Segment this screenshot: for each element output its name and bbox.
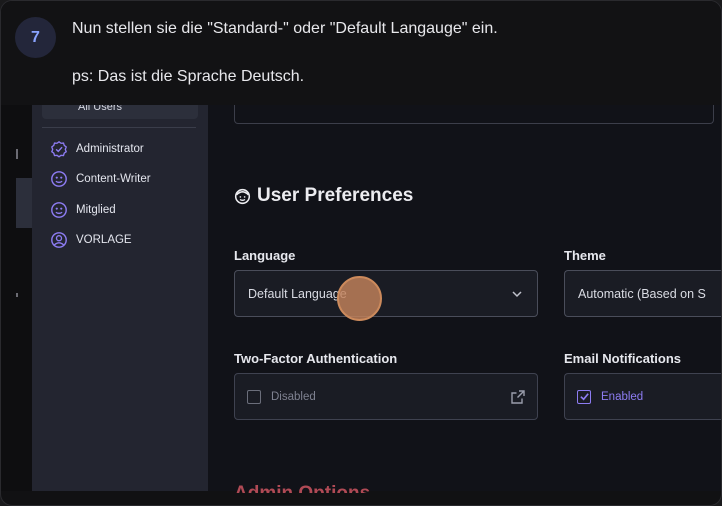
sidebar-divider: [42, 127, 196, 128]
sidebar-item-label: Administrator: [76, 143, 144, 155]
user-circle-icon: [51, 232, 67, 248]
sidebar-item-label: VORLAGE: [76, 234, 132, 246]
theme-select[interactable]: Automatic (Based on S: [564, 270, 721, 317]
two-factor-toggle[interactable]: Disabled: [234, 373, 538, 420]
email-notifications-toggle[interactable]: Enabled: [564, 373, 721, 420]
theme-label: Theme: [564, 248, 606, 263]
strip-mark: [16, 149, 18, 159]
chevron-down-icon: [512, 291, 522, 298]
sidebar-item-label: Content-Writer: [76, 173, 151, 185]
settings-panel: User Preferences Language Default Langua…: [208, 105, 721, 493]
step-instruction-text: Nun stellen sie die "Standard-" oder "De…: [72, 20, 498, 37]
step-instruction-banner: 7 Nun stellen sie die "Standard-" oder "…: [1, 1, 721, 105]
user-face-icon: [51, 202, 67, 218]
left-collapsed-strip: [1, 105, 32, 491]
theme-select-value: Automatic (Based on S: [578, 286, 706, 301]
roles-sidebar: All Users Administrator Content-Writer M…: [32, 105, 208, 491]
language-label: Language: [234, 248, 296, 263]
shield-check-icon: [50, 140, 68, 158]
email-notifications-checkbox[interactable]: [577, 389, 591, 404]
two-factor-label: Two-Factor Authentication: [234, 351, 398, 366]
strip-mark: [16, 293, 18, 297]
two-factor-value: Disabled: [271, 390, 316, 403]
step-number-badge: 7: [15, 17, 56, 58]
language-select-value: Default Language: [248, 286, 347, 301]
sidebar-item-mitglied[interactable]: Mitglied: [50, 200, 116, 220]
email-notifications-label: Email Notifications: [564, 351, 682, 366]
next-section-title: Admin Options: [234, 483, 370, 493]
email-notifications-value: Enabled: [601, 390, 644, 403]
sidebar-item-content-writer[interactable]: Content-Writer: [50, 169, 151, 189]
user-face-icon: [234, 188, 251, 204]
section-title: User Preferences: [234, 185, 413, 207]
check-icon: [579, 393, 589, 401]
strip-highlight: [16, 178, 32, 228]
section-title-text: User Preferences: [257, 185, 414, 206]
sidebar-item-label: Mitglied: [76, 204, 116, 216]
step-note-text: ps: Das ist die Sprache Deutsch.: [72, 68, 305, 85]
two-factor-checkbox[interactable]: [247, 389, 261, 404]
sidebar-item-vorlage[interactable]: VORLAGE: [50, 230, 132, 250]
tutorial-frame: All Users Administrator Content-Writer M…: [0, 0, 722, 506]
sidebar-item-administrator[interactable]: Administrator: [50, 139, 144, 159]
previous-field[interactable]: [234, 105, 714, 124]
click-indicator: [337, 276, 382, 321]
user-face-icon: [51, 171, 67, 187]
external-link-icon[interactable]: [510, 389, 526, 405]
language-select[interactable]: Default Language: [234, 270, 538, 317]
